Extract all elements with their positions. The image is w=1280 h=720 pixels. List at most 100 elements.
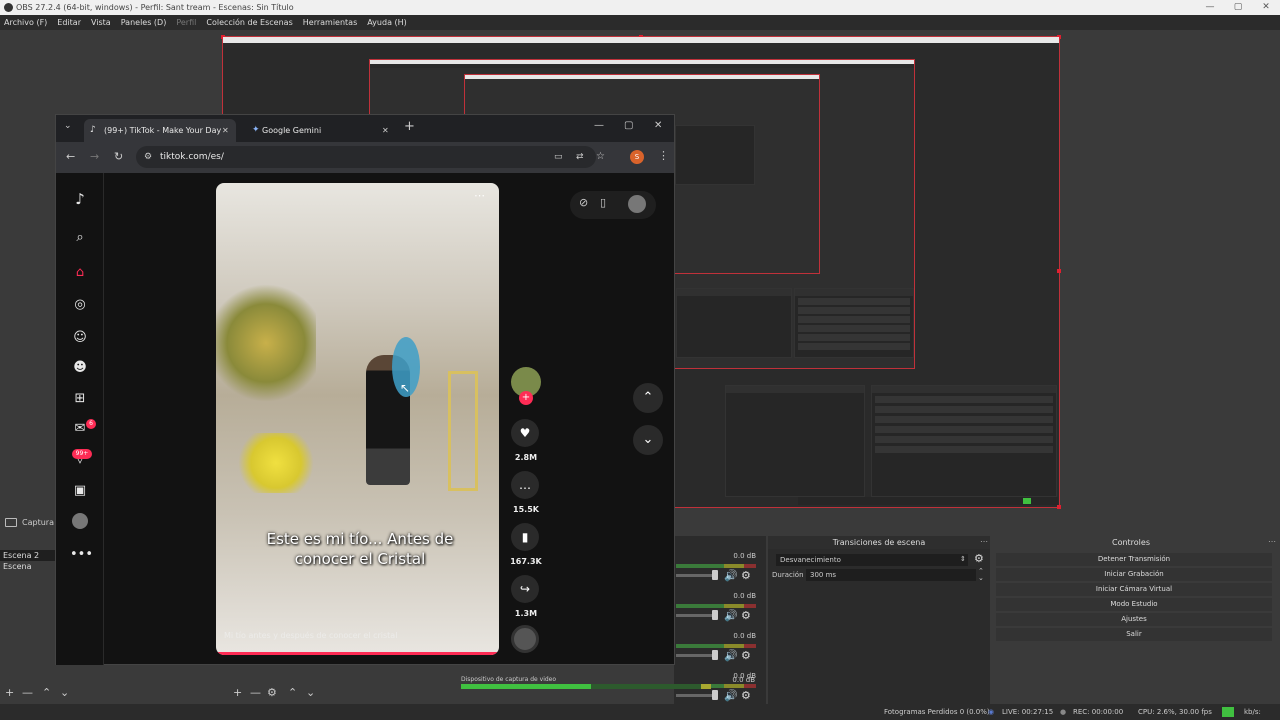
speaker-icon[interactable]: 🔊 [724,609,738,622]
avatar[interactable] [72,513,88,529]
tab-close-icon[interactable]: ✕ [222,119,229,142]
explore-icon[interactable]: ◎ [70,295,90,315]
gear-icon[interactable]: ⚙ [741,609,751,622]
speaker-icon[interactable]: 🔊 [724,649,738,662]
mixer-channel: 0.0 dB 🔊 ⚙ [674,592,766,632]
home-icon[interactable]: ⌂ [70,263,90,283]
menu-item[interactable]: Perfil [176,18,196,27]
tab-search-icon[interactable]: ⌄ [64,121,72,131]
forward-icon[interactable]: → [90,150,99,163]
progress-bar[interactable] [216,652,499,655]
close-icon[interactable]: ✕ [1252,0,1280,15]
menu-item[interactable]: Herramientas [303,18,358,27]
more-options-icon[interactable]: ⋯ [474,189,485,202]
tab-gemini[interactable]: ✦ Google Gemini ✕ [246,119,396,142]
gear-icon[interactable]: ⚙ [741,569,751,582]
move-up-icon[interactable]: ⌃ [288,686,297,700]
tiktok-logo-icon[interactable]: ♪ [70,189,90,209]
menu-item[interactable]: Ayuda (H) [367,18,407,27]
start-recording-button[interactable]: Iniciar Grabación [996,568,1272,581]
exit-button[interactable]: Salir [996,628,1272,641]
follow-plus-icon[interactable]: + [519,391,533,405]
nested-controls-panel [794,288,914,358]
mixer-channel: 0.0 dB 🔊 ⚙ [674,552,766,592]
menu-item[interactable]: Editar [57,18,81,27]
upload-icon[interactable]: ⊞ [70,389,90,409]
scene-item[interactable]: Escena 2 [0,550,56,561]
panel-menu-icon[interactable]: ⋯ [1268,537,1276,546]
comment-icon[interactable]: … [511,471,539,499]
previous-video-button[interactable]: ⌃ [633,383,663,413]
close-icon[interactable]: ✕ [654,120,662,131]
volume-slider-handle[interactable] [712,610,718,620]
site-info-icon[interactable]: ⚙ [144,146,152,168]
transition-select[interactable]: Desvanecimiento [776,554,968,566]
studio-mode-button[interactable]: Modo Estudio [996,598,1272,611]
mobile-icon[interactable]: ▯ [600,196,606,209]
duration-input[interactable]: 300 ms [806,569,976,581]
install-app-icon[interactable]: ▭ [554,146,563,168]
music-disc-icon[interactable] [511,625,539,653]
db-readout: 0.0 dB [733,632,756,640]
live-tv-icon[interactable]: ▣ [70,481,90,501]
scene-item[interactable]: Escena [0,561,56,572]
translate-icon[interactable]: ⇄ [576,146,584,168]
stop-stream-button[interactable]: Detener Transmisión [996,553,1272,566]
add-icon[interactable]: + [5,686,14,700]
maximize-icon[interactable]: ▢ [624,120,633,131]
volume-slider-handle[interactable] [712,650,718,660]
dropped-frames: Fotogramas Perdidos 0 (0.0%) [884,708,990,716]
remove-icon[interactable]: — [250,686,261,700]
minimize-icon[interactable]: — [1196,0,1224,15]
address-bar[interactable]: ⚙ tiktok.com/es/ ▭ ⇄ ☆ [136,146,605,168]
menu-item[interactable]: Colección de Escenas [206,18,292,27]
tab-tiktok[interactable]: ♪ (99+) TikTok - Make Your Day ✕ [84,119,236,142]
profile-avatar[interactable]: S [630,150,644,164]
new-tab-icon[interactable]: + [404,119,415,134]
rec-icon: ● [1060,708,1067,716]
menu-dots-icon[interactable]: ⋮ [658,149,669,162]
back-icon[interactable]: ← [66,150,75,163]
gear-icon[interactable]: ⚙ [741,649,751,662]
move-up-icon[interactable]: ⌃ [42,686,51,700]
panel-menu-icon[interactable]: ⋯ [980,537,988,546]
menu-item[interactable]: Paneles (D) [121,18,167,27]
plant-foliage [216,283,316,403]
search-icon[interactable]: ⌕ [70,228,90,248]
gear-icon[interactable]: ⚙ [974,552,984,565]
next-video-button[interactable]: ⌄ [633,425,663,455]
settings-button[interactable]: Ajustes [996,613,1272,626]
minimize-icon[interactable]: — [594,120,604,131]
avatar[interactable] [628,195,646,213]
like-heart-icon[interactable]: ♥ [511,419,539,447]
duration-stepper[interactable]: ⌃ ⌄ [978,568,984,582]
mouse-cursor-icon: ↖ [400,381,411,395]
explore-icon[interactable]: ⊘ [579,196,588,209]
nested-status-bar [798,497,1058,505]
resize-handle[interactable] [1057,269,1061,273]
following-icon[interactable]: ☺ [70,328,90,348]
volume-slider-handle[interactable] [712,570,718,580]
move-down-icon[interactable]: ⌄ [60,686,69,700]
menu-item[interactable]: Archivo (F) [4,18,47,27]
video-player[interactable]: ⋯ Este es mi tío... Antes de conocer el … [216,183,499,655]
bookmark-icon[interactable]: ▮ [511,523,539,551]
move-down-icon[interactable]: ⌄ [306,686,315,700]
share-icon[interactable]: ↪ [511,575,539,603]
menu-item[interactable]: Vista [91,18,111,27]
speaker-icon[interactable]: 🔊 [724,569,738,582]
tab-close-icon[interactable]: ✕ [382,119,389,142]
url-text: tiktok.com/es/ [160,152,224,162]
browser-toolbar: ← → ↻ ⚙ tiktok.com/es/ ▭ ⇄ ☆ S ⋮ [56,142,674,173]
start-virtual-camera-button[interactable]: Iniciar Cámara Virtual [996,583,1272,596]
maximize-icon[interactable]: ▢ [1224,0,1252,15]
gear-icon[interactable]: ⚙ [267,686,277,700]
bookmark-star-icon[interactable]: ☆ [596,146,605,168]
reload-icon[interactable]: ↻ [114,150,123,163]
like-count: 2.8M [514,453,538,462]
more-icon[interactable]: ••• [70,545,93,565]
remove-icon[interactable]: — [22,686,33,700]
add-icon[interactable]: + [233,686,242,700]
friends-icon[interactable]: ☻ [70,358,90,378]
resize-handle[interactable] [1057,505,1061,509]
